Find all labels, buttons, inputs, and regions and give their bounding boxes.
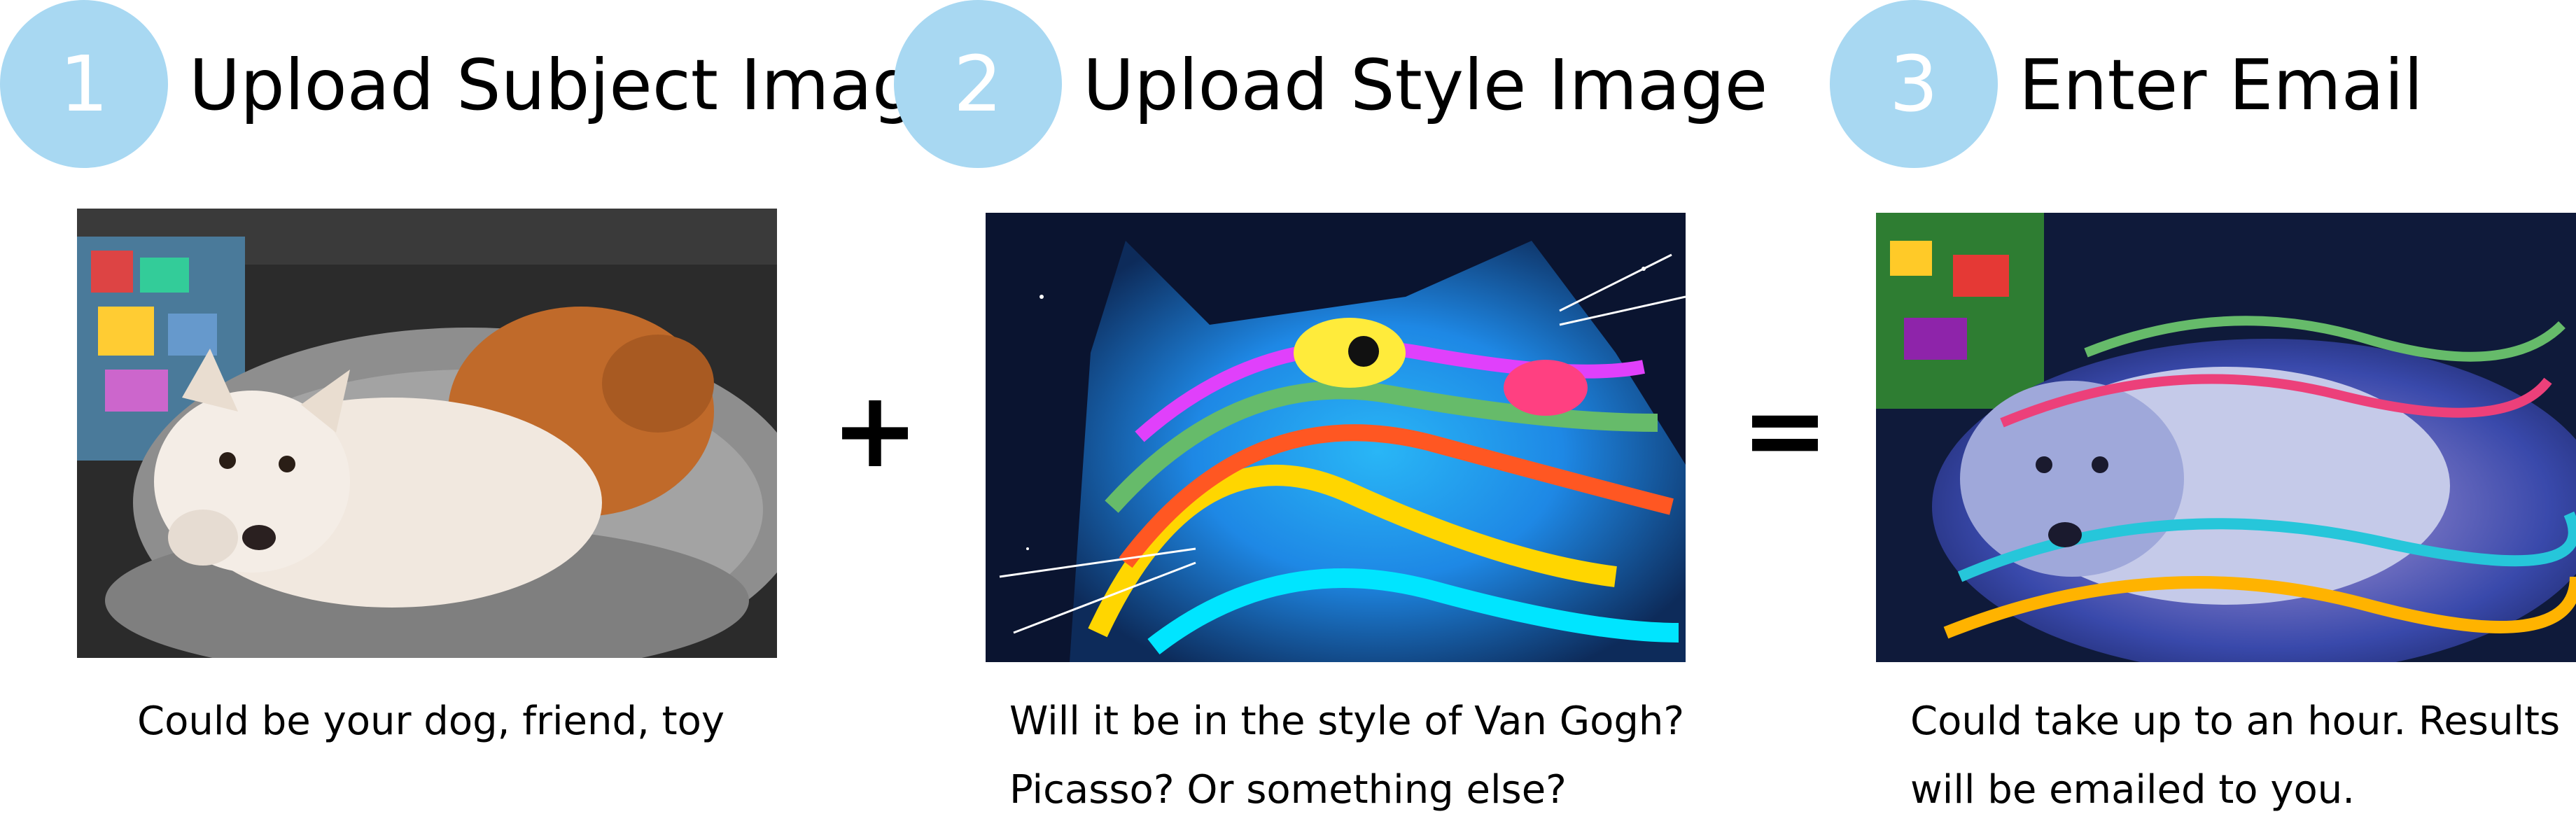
style-image[interactable] — [986, 213, 1686, 662]
step-3-caption-line-2: will be emailed to you. — [1910, 767, 2356, 813]
style-transfer-steps: 1 Upload Subject Image 2 Upload Style Im… — [0, 0, 2576, 814]
dogs-in-bed-picture — [77, 209, 777, 658]
step-1-badge: 1 — [0, 0, 168, 168]
step-2-title: Upload Style Image — [1083, 44, 1768, 126]
psychedelic-cat-picture — [986, 213, 1686, 662]
step-2-caption: Will it be in the style of Van Gogh? Pic… — [1009, 687, 1684, 814]
step-1-number: 1 — [59, 39, 108, 129]
plus-sign: + — [831, 370, 919, 491]
step-2-number: 2 — [953, 39, 1002, 129]
step-1-caption-line-1: Could be your dog, friend, toy — [137, 699, 724, 744]
subject-image[interactable] — [77, 209, 777, 658]
equals-sign: = — [1741, 370, 1829, 491]
step-3-number: 3 — [1889, 39, 1938, 129]
step-2-caption-line-2: Picasso? Or something else? — [1009, 767, 1567, 813]
result-image — [1876, 213, 2576, 662]
step-1-caption: Could be your dog, friend, toy — [137, 687, 724, 756]
stylized-dogs-picture — [1876, 213, 2576, 662]
step-2-caption-line-1: Will it be in the style of Van Gogh? — [1009, 699, 1685, 744]
step-2-badge: 2 — [894, 0, 1062, 168]
step-3-title: Enter Email — [2019, 44, 2423, 126]
step-3-caption: Could take up to an hour. Results will b… — [1910, 687, 2560, 814]
step-3-caption-line-1: Could take up to an hour. Results — [1910, 699, 2561, 744]
step-1-title: Upload Subject Image — [189, 44, 960, 126]
step-3-badge: 3 — [1830, 0, 1998, 168]
